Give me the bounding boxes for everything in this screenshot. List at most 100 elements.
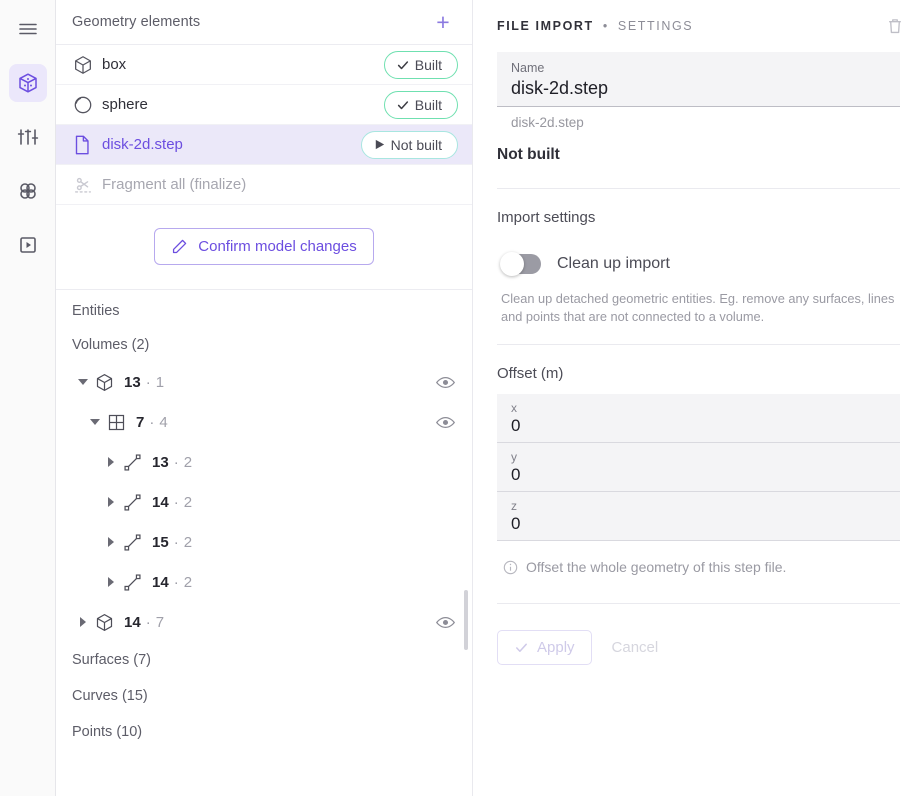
offset-z-field[interactable]: z 0 bbox=[497, 492, 900, 542]
source-file-name: disk-2d.step bbox=[511, 115, 584, 130]
offset-z-value[interactable]: 0 bbox=[511, 514, 886, 534]
breadcrumb-secondary: SETTINGS bbox=[617, 19, 694, 33]
scrollbar-thumb[interactable] bbox=[464, 590, 468, 650]
toggle-knob bbox=[500, 252, 524, 276]
menu-icon[interactable] bbox=[9, 10, 47, 48]
chevron-right-icon[interactable] bbox=[100, 457, 122, 467]
settings-panel: FILE IMPORT • SETTINGS Name disk-2d.step… bbox=[473, 0, 924, 796]
entity-count: 2 bbox=[183, 573, 193, 591]
surfaces-group[interactable]: Surfaces (7) bbox=[56, 642, 472, 678]
curves-group[interactable]: Curves (15) bbox=[56, 678, 472, 714]
chevron-right-icon[interactable] bbox=[72, 617, 94, 627]
table-row[interactable]: 7 · 4 bbox=[56, 402, 472, 442]
settings-actions: Apply Cancel bbox=[497, 604, 900, 666]
status-badge-not-built[interactable]: Not built bbox=[360, 130, 458, 159]
trash-icon[interactable] bbox=[882, 13, 908, 39]
table-row[interactable]: 14 · 7 bbox=[56, 602, 472, 642]
table-row[interactable]: 14 · 2 bbox=[56, 482, 472, 522]
offset-x-field[interactable]: x 0 bbox=[497, 394, 900, 444]
scrollbar[interactable] bbox=[464, 590, 468, 780]
volumes-heading: Volumes (2) bbox=[72, 337, 150, 353]
cleanup-helper-text: Clean up detached geometric entities. Eg… bbox=[501, 291, 895, 325]
curve-icon bbox=[122, 492, 152, 513]
cleanup-toggle-label: Clean up import bbox=[557, 255, 670, 272]
table-row[interactable]: 13 · 2 bbox=[56, 442, 472, 482]
geometry-element-row-sphere[interactable]: sphere Built bbox=[56, 85, 472, 125]
status-badge-label: Built bbox=[414, 96, 442, 113]
settings-panel-header: FILE IMPORT • SETTINGS bbox=[473, 0, 924, 52]
breadcrumb-separator: • bbox=[602, 19, 609, 33]
separator: · bbox=[173, 533, 179, 551]
build-status-text: Not built bbox=[497, 146, 560, 163]
offset-y-field[interactable]: y 0 bbox=[497, 443, 900, 493]
chevron-right-icon[interactable] bbox=[100, 537, 122, 547]
play-icon bbox=[375, 139, 384, 150]
breadcrumb: FILE IMPORT • SETTINGS bbox=[497, 19, 882, 33]
app-root: Geometry elements + box Built sphere Bui… bbox=[0, 0, 924, 796]
cancel-button[interactable]: Cancel bbox=[602, 631, 669, 664]
separator: · bbox=[149, 413, 155, 431]
curve-icon bbox=[122, 572, 152, 593]
entities-heading: Entities bbox=[72, 303, 120, 319]
chevron-right-icon[interactable] bbox=[100, 497, 122, 507]
mesh-icon[interactable] bbox=[9, 172, 47, 210]
chevron-right-icon[interactable] bbox=[100, 577, 122, 587]
status-badge-built[interactable]: Built bbox=[383, 50, 458, 79]
breadcrumb-primary: FILE IMPORT bbox=[497, 19, 594, 33]
eye-icon[interactable] bbox=[435, 412, 456, 433]
offset-x-value[interactable]: 0 bbox=[511, 416, 886, 436]
fragment-icon bbox=[72, 174, 102, 196]
separator: · bbox=[145, 613, 151, 631]
offset-title: Offset (m) bbox=[497, 365, 564, 383]
cleanup-import-toggle[interactable] bbox=[500, 252, 541, 276]
separator: · bbox=[173, 493, 179, 511]
offset-y-value[interactable]: 0 bbox=[511, 465, 886, 485]
status-badge-built[interactable]: Built bbox=[383, 90, 458, 119]
name-field-value[interactable]: disk-2d.step bbox=[511, 78, 886, 99]
entity-id: 13 bbox=[152, 453, 169, 471]
table-row[interactable]: 13 · 1 bbox=[56, 362, 472, 402]
geometry-element-row-box[interactable]: box Built bbox=[56, 45, 472, 85]
check-icon bbox=[516, 643, 527, 653]
surface-icon bbox=[106, 412, 136, 433]
geometry-icon[interactable] bbox=[8, 64, 47, 102]
eye-icon[interactable] bbox=[435, 612, 456, 633]
offset-x-label: x bbox=[511, 401, 517, 416]
cube-icon bbox=[72, 54, 102, 76]
eye-icon[interactable] bbox=[435, 372, 456, 393]
geometry-element-label: sphere bbox=[102, 96, 148, 113]
cube-icon bbox=[94, 372, 124, 393]
pencil-icon bbox=[173, 239, 187, 254]
entity-id: 14 bbox=[152, 493, 169, 511]
page-title: Geometry elements bbox=[72, 14, 201, 30]
table-row[interactable]: 14 · 2 bbox=[56, 562, 472, 602]
confirm-model-changes-button[interactable]: Confirm model changes bbox=[154, 228, 374, 265]
add-element-button[interactable]: + bbox=[430, 9, 456, 35]
geometry-element-label: box bbox=[102, 56, 127, 73]
name-field[interactable]: Name disk-2d.step bbox=[497, 52, 900, 107]
sliders-icon[interactable] bbox=[9, 118, 47, 156]
file-icon bbox=[72, 134, 102, 156]
curve-icon bbox=[122, 532, 152, 553]
entity-id: 14 bbox=[124, 613, 141, 631]
run-icon[interactable] bbox=[9, 226, 47, 264]
entity-count: 2 bbox=[183, 533, 193, 551]
apply-button[interactable]: Apply bbox=[497, 630, 592, 666]
check-icon bbox=[397, 60, 408, 69]
geometry-element-row-fragment-all[interactable]: Fragment all (finalize) bbox=[56, 165, 472, 205]
geometry-panel: Geometry elements + box Built sphere Bui… bbox=[56, 0, 473, 796]
cube-icon bbox=[94, 612, 124, 633]
entity-id: 13 bbox=[124, 373, 141, 391]
points-group[interactable]: Points (10) bbox=[56, 714, 472, 750]
offset-helper-row: Offset the whole geometry of this step f… bbox=[497, 541, 900, 575]
geometry-element-row-disk-2d-step[interactable]: disk-2d.step Not built bbox=[56, 125, 472, 165]
separator: · bbox=[145, 373, 151, 391]
table-row[interactable]: 15 · 2 bbox=[56, 522, 472, 562]
geometry-element-label: Fragment all (finalize) bbox=[102, 176, 247, 193]
offset-z-label: z bbox=[511, 499, 517, 514]
entity-count: 2 bbox=[183, 493, 193, 511]
chevron-down-icon[interactable] bbox=[84, 418, 106, 426]
chevron-down-icon[interactable] bbox=[72, 378, 94, 386]
status-badge-label: Not built bbox=[390, 136, 442, 153]
sphere-icon bbox=[72, 94, 102, 116]
